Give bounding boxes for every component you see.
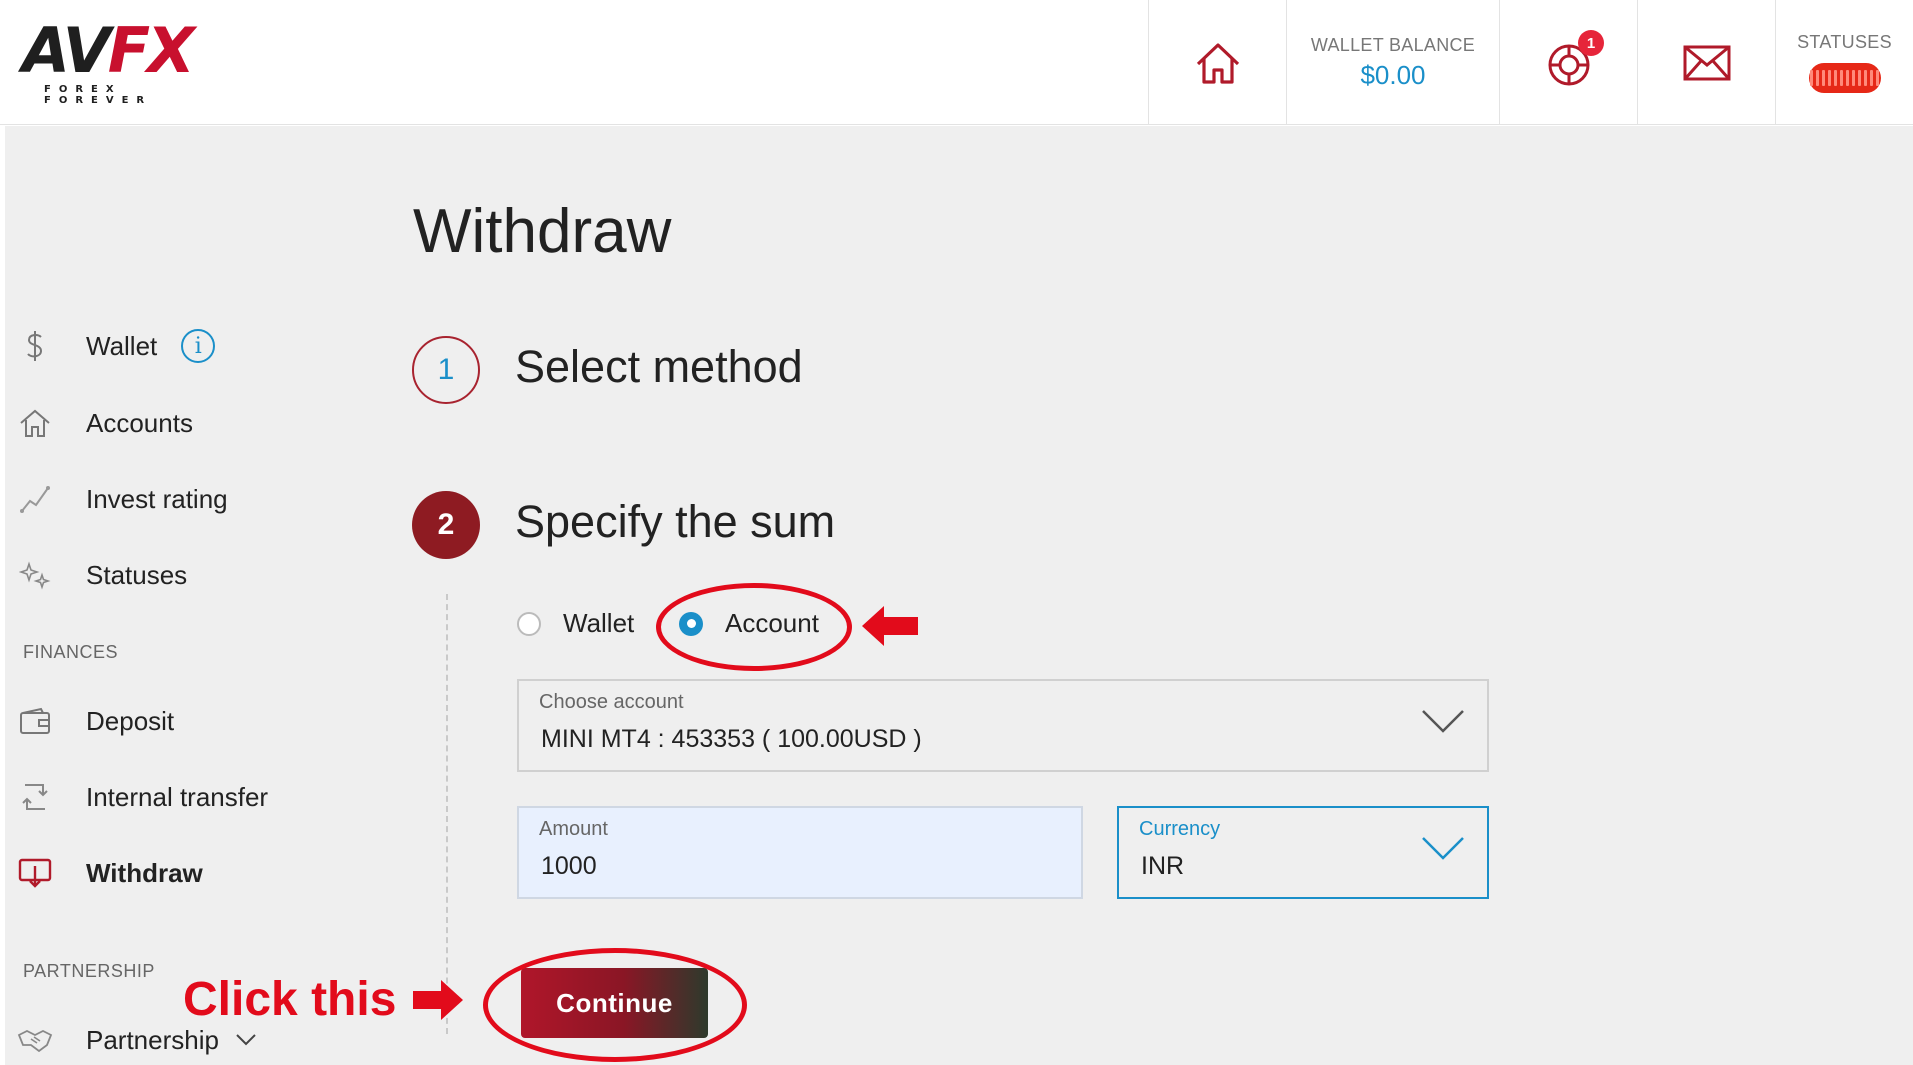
step-1-number: 1 [412, 336, 480, 404]
step-1-title[interactable]: Select method [515, 341, 803, 393]
sidebar-item-wallet[interactable]: Wallet i [17, 326, 216, 366]
main-area: Wallet i Accounts Invest rating Statuses… [5, 126, 1913, 1065]
chevron-down-icon[interactable] [1421, 709, 1465, 733]
sidebar-item-statuses[interactable]: Statuses [17, 555, 187, 595]
sidebar-item-withdraw[interactable]: Withdraw [17, 853, 203, 893]
sidebar-item-label: Internal transfer [86, 781, 269, 812]
amount-value: 1000 [541, 852, 597, 880]
annotation-circle-continue [483, 948, 747, 1062]
currency-label: Currency [1139, 818, 1221, 840]
sidebar-item-internal-transfer[interactable]: Internal transfer [17, 777, 268, 817]
annotation-arrow-left-icon [862, 606, 918, 646]
logo-tagline: FOREX FOREVER [44, 84, 153, 106]
annotation-circle-account [656, 583, 852, 671]
messages-button[interactable] [1637, 0, 1775, 125]
home-button[interactable] [1148, 0, 1286, 125]
sidebar-item-label: Deposit [86, 705, 175, 736]
handshake-icon [17, 1022, 53, 1058]
finances-heading: FINANCES [23, 642, 119, 662]
partnership-heading: PARTNERSHIP [23, 961, 155, 981]
step-connector-line [446, 594, 448, 1034]
sidebar-item-invest-rating[interactable]: Invest rating [17, 479, 228, 519]
top-header: AVFX FOREX FOREVER WALLET BALANCE $0.00 … [0, 0, 1913, 125]
home-icon [17, 405, 53, 441]
withdraw-icon [17, 855, 53, 891]
wallet-balance-value: $0.00 [1360, 59, 1426, 90]
sidebar-item-label: Invest rating [86, 483, 228, 514]
logo-text-av: AV [22, 14, 111, 87]
avfx-logo[interactable]: AVFX FOREX FOREVER [22, 20, 232, 107]
wallet-balance-label: WALLET BALANCE [1310, 34, 1476, 55]
sidebar-item-accounts[interactable]: Accounts [17, 403, 193, 443]
transfer-icon [17, 779, 53, 815]
sidebar-item-label: Wallet [86, 330, 158, 361]
amount-label: Amount [539, 818, 608, 840]
sidebar-item-label: Withdraw [86, 857, 203, 888]
step-2-number: 2 [412, 491, 480, 559]
radio-wallet-label: Wallet [563, 608, 635, 638]
choose-account-value: MINI MT4 : 453353 ( 100.00USD ) [541, 725, 922, 753]
chevron-down-icon[interactable] [1421, 836, 1465, 860]
logo-text-fx: FX [107, 14, 195, 87]
annotation-click-this: Click this [183, 973, 397, 1026]
support-button[interactable]: 1 [1499, 0, 1637, 125]
sidebar-item-label: Statuses [86, 559, 188, 590]
wallet-balance-widget[interactable]: WALLET BALANCE $0.00 [1286, 0, 1499, 125]
page-title: Withdraw [413, 197, 672, 266]
notification-badge: 1 [1578, 30, 1604, 56]
choose-account-select[interactable]: Choose account MINI MT4 : 453353 ( 100.0… [517, 679, 1489, 772]
step-2-title: Specify the sum [515, 496, 836, 547]
currency-value: INR [1141, 852, 1185, 880]
wallet-icon [17, 703, 53, 739]
sidebar-item-label: Partnership [86, 1024, 219, 1055]
chevron-down-icon[interactable] [235, 1033, 257, 1047]
statuses-label: STATUSES [1797, 32, 1892, 52]
status-progress-pill [1808, 63, 1881, 93]
sidebar-item-deposit[interactable]: Deposit [17, 701, 174, 741]
choose-account-label: Choose account [539, 691, 684, 713]
radio-wallet-circle[interactable] [517, 611, 541, 636]
annotation-arrow-right-icon [413, 980, 463, 1020]
info-icon[interactable]: i [181, 329, 216, 363]
radio-wallet[interactable]: Wallet [517, 608, 634, 639]
statuses-widget[interactable]: STATUSES [1775, 0, 1913, 125]
chart-line-icon [17, 481, 53, 517]
home-icon [1196, 42, 1239, 84]
currency-select[interactable]: Currency INR [1117, 806, 1489, 899]
sparkle-icon [17, 557, 53, 593]
dollar-icon [17, 328, 53, 364]
sidebar-item-label: Accounts [86, 407, 193, 438]
envelope-icon [1683, 45, 1730, 80]
amount-input[interactable]: Amount 1000 [517, 806, 1083, 899]
